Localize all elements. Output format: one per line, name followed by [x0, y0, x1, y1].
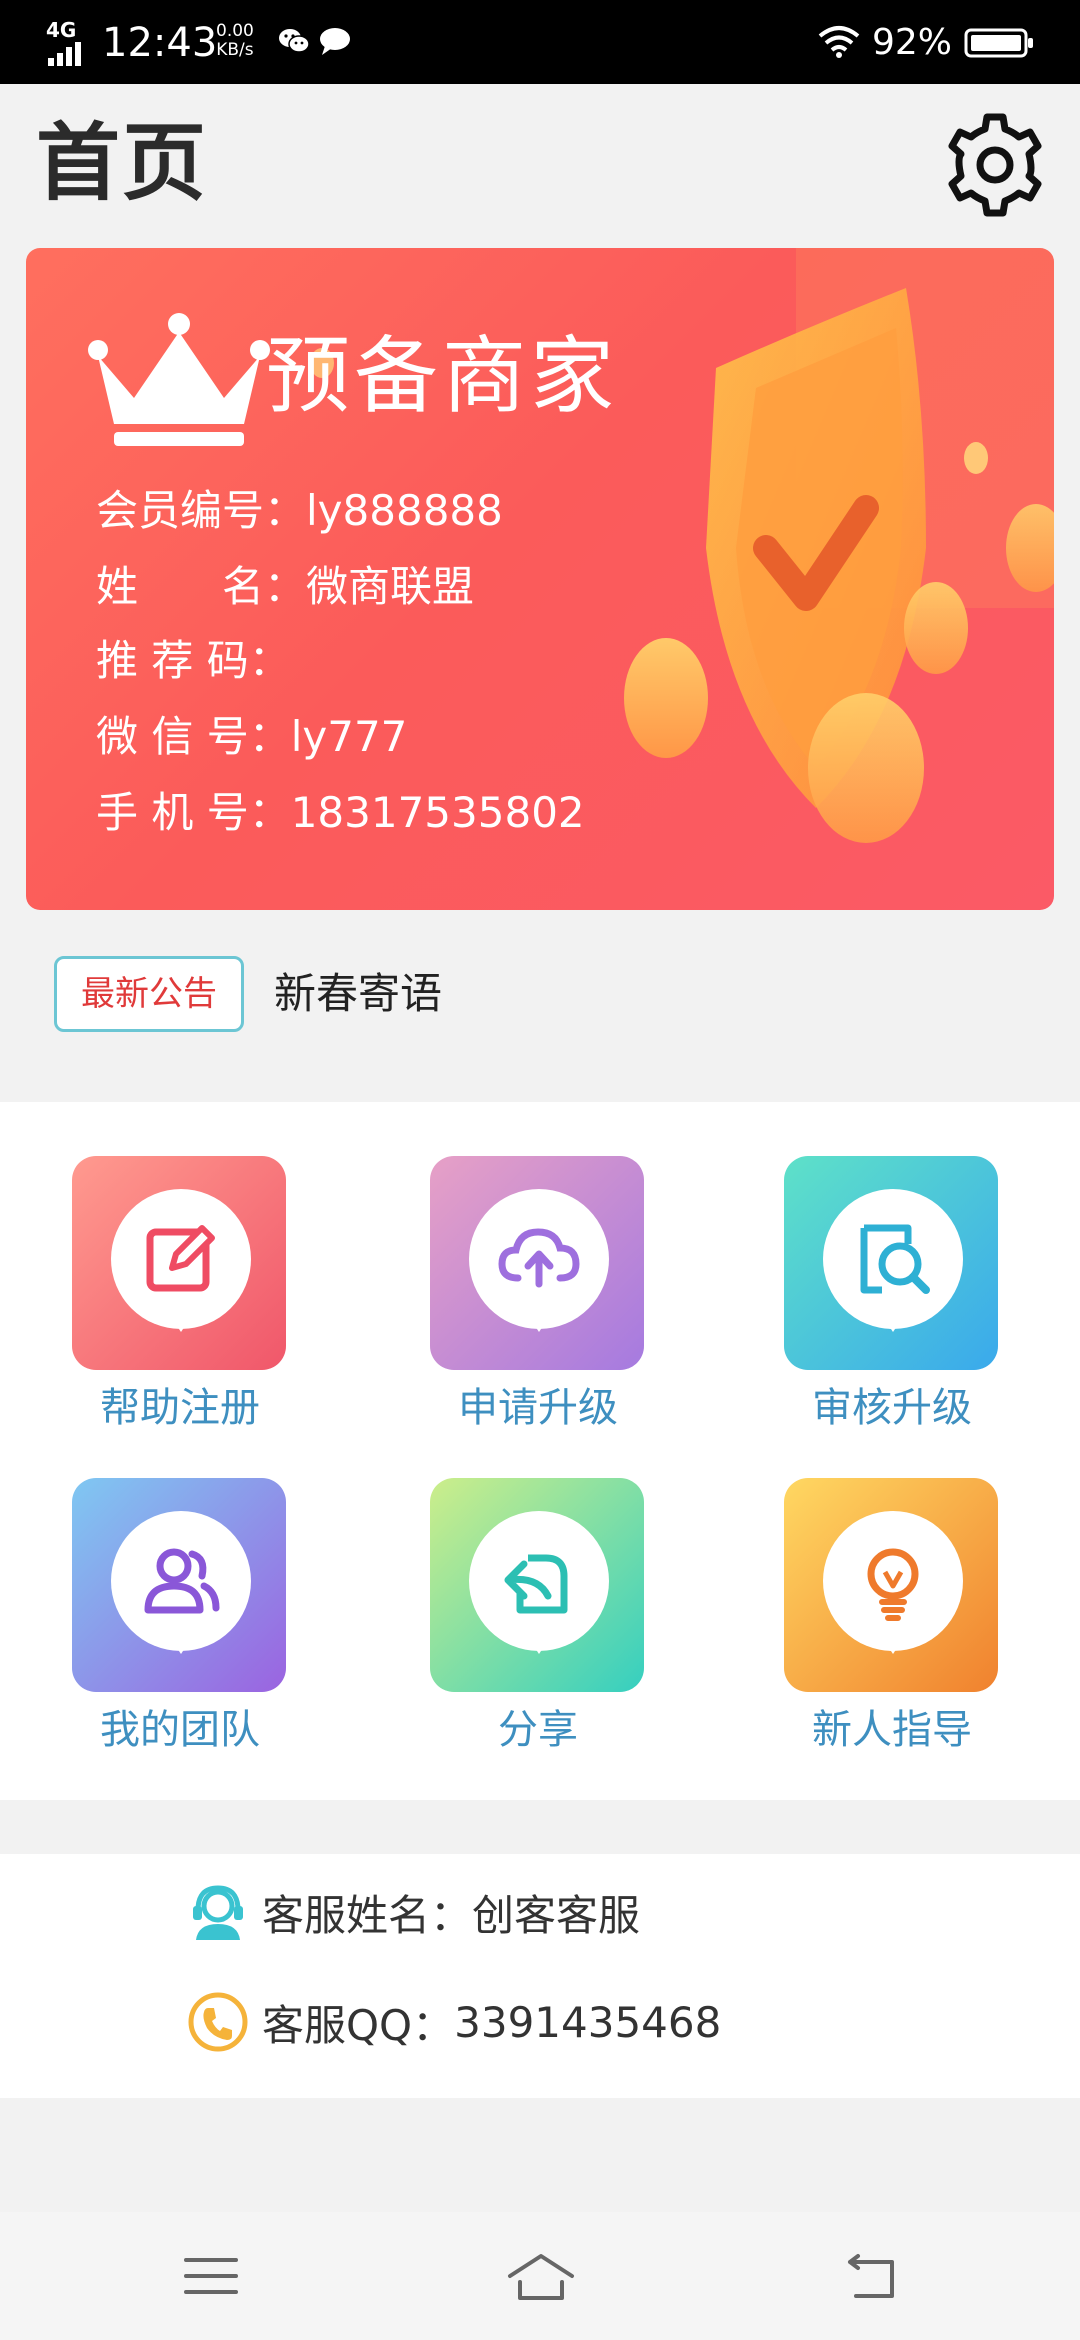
status-bar: 4G 12:43 0.00 KB/s 92% [0, 0, 1080, 84]
wechat-id-value: ly777 [290, 712, 408, 761]
phone-value: 18317535802 [290, 788, 585, 837]
phone-icon [188, 1992, 248, 2052]
service-qq-label: 客服QQ： [262, 2000, 455, 2050]
network-type: 4G [46, 18, 77, 42]
tile-my-team[interactable]: 我的团队 [72, 1478, 288, 1758]
member-id-label: 会员编号： [96, 486, 307, 535]
tile-newbie-guide[interactable]: 新人指导 [784, 1478, 1000, 1758]
battery-icon [964, 28, 1033, 58]
phone-label: 手 机 号： [96, 788, 291, 837]
customer-service-panel: 客服姓名： 创客客服 客服QQ： 3391435468 [0, 1854, 1080, 2098]
wechat-id-label: 微 信 号： [96, 712, 291, 761]
tile-review-upgrade[interactable]: 审核升级 [784, 1156, 1000, 1436]
member-card: 预备商家 会员编号：ly888888 姓 名：微商联盟 推 荐 码： 微 信 号… [26, 248, 1054, 910]
gear-icon[interactable] [942, 112, 1048, 218]
team-icon [144, 1548, 220, 1614]
referral-code-label: 推 荐 码： [96, 636, 291, 685]
crown-icon [88, 313, 270, 446]
network-speed: 0.00 KB/s [216, 22, 254, 60]
service-name-row: 客服姓名： 创客客服 [186, 1880, 640, 1944]
name-row: 姓 名：微商联盟 [96, 560, 474, 614]
name-value: 微商联盟 [306, 562, 475, 611]
notice-headline[interactable]: 新春寄语 [274, 964, 442, 1024]
service-name-label: 客服姓名： [262, 1890, 473, 1940]
tile-share[interactable]: 分享 [430, 1478, 646, 1758]
headset-icon [193, 1885, 243, 1940]
lightbulb-icon [867, 1548, 919, 1621]
menu-icon[interactable] [176, 2248, 246, 2304]
search-document-icon [860, 1224, 930, 1294]
member-level-title: 预备商家 [266, 327, 619, 425]
service-name-value: 创客客服 [472, 1890, 641, 1940]
tile-apply-upgrade[interactable]: 申请升级 [430, 1156, 646, 1436]
share-icon [504, 1554, 568, 1614]
member-id-value: ly888888 [306, 486, 503, 535]
system-nav-bar [0, 2212, 1080, 2340]
cloud-upload-icon [498, 1228, 580, 1288]
notice-badge: 最新公告 [54, 956, 244, 1032]
edit-icon [146, 1225, 215, 1292]
tile-label: 审核升级 [812, 1385, 972, 1431]
tile-label: 我的团队 [100, 1707, 260, 1753]
tile-label: 帮助注册 [100, 1385, 260, 1431]
back-icon[interactable] [836, 2248, 906, 2304]
service-qq-row: 客服QQ： 3391435468 [186, 1990, 721, 2054]
service-qq-value: 3391435468 [454, 1997, 722, 2047]
speed-unit: KB/s [216, 40, 254, 60]
home-icon[interactable] [506, 2248, 576, 2304]
tile-label: 申请升级 [458, 1385, 618, 1431]
wifi-icon [818, 26, 860, 58]
tile-label: 分享 [498, 1707, 578, 1753]
tile-help-register[interactable]: 帮助注册 [72, 1156, 288, 1436]
message-icon [320, 28, 350, 55]
phone-row: 手 机 号：18317535802 [96, 786, 585, 840]
feature-grid: 帮助注册 申请升级 审核升级 我的团队 分享 新人指导 [0, 1102, 1080, 1800]
page-title: 首页 [36, 114, 209, 212]
clock: 12:43 [102, 20, 218, 66]
name-label: 姓 名： [96, 562, 307, 611]
speed-value: 0.00 [216, 21, 254, 41]
wechat-id-row: 微 信 号：ly777 [96, 710, 407, 764]
signal-icon [48, 42, 81, 66]
tile-label: 新人指导 [812, 1707, 972, 1753]
member-id-row: 会员编号：ly888888 [96, 484, 503, 538]
battery-percent: 92% [872, 22, 953, 63]
wechat-icon [279, 29, 310, 53]
referral-code-row: 推 荐 码： [96, 634, 291, 688]
